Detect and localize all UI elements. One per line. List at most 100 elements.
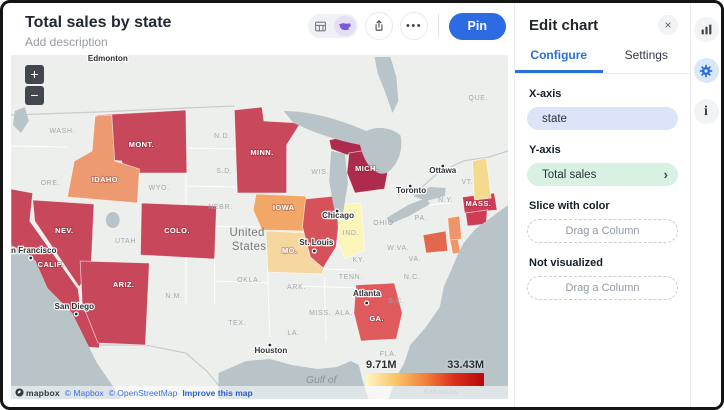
map-label: COLO.	[164, 226, 190, 235]
map-label: ALA.	[335, 310, 353, 317]
map-label: OHIO	[373, 220, 393, 227]
map-view-icon[interactable]	[334, 16, 356, 36]
not-visualized-label: Not visualized	[529, 257, 678, 269]
map-label: LA.	[287, 330, 299, 337]
y-axis-field[interactable]: Total sales ›	[527, 163, 678, 186]
close-icon[interactable]: ×	[658, 15, 678, 35]
map-label: N.Y.	[438, 197, 453, 204]
map-label: MICH.	[355, 164, 378, 173]
chevron-right-icon: ›	[664, 168, 668, 181]
add-description[interactable]: Add description	[25, 35, 171, 49]
osm-link[interactable]: © OpenStreetMap	[109, 388, 178, 398]
map-label: S.D.	[216, 168, 232, 175]
page-title: Total sales by state	[25, 13, 171, 32]
legend-gradient	[366, 373, 484, 386]
y-axis-label: Y-axis	[529, 144, 678, 156]
title-block: Total sales by state Add description	[25, 11, 171, 49]
header: Total sales by state Add description •••	[3, 3, 514, 55]
tab-configure[interactable]: Configure	[515, 41, 603, 73]
map-label: CALIF.	[38, 260, 64, 269]
map-label: WIS.	[311, 169, 329, 176]
app-window: Total sales by state Add description •••	[0, 0, 724, 410]
info-panel-button[interactable]: i	[694, 99, 719, 124]
city-label: Houston	[254, 346, 287, 355]
map-label: MINN.	[250, 148, 273, 157]
map-label: OKLA.	[237, 277, 261, 284]
y-axis-value: Total sales	[542, 169, 596, 181]
mapbox-logo-icon	[15, 388, 24, 397]
panel-tabs: Configure Settings	[515, 41, 690, 74]
map-label: TEX.	[228, 320, 246, 327]
main-area: Total sales by state Add description •••	[3, 3, 514, 407]
map-label: VT.	[461, 179, 473, 186]
map-attribution: mapbox © Mapbox © OpenStreetMap Improve …	[11, 386, 508, 399]
ellipsis-icon: •••	[405, 21, 422, 32]
legend-min: 9.71M	[366, 359, 397, 371]
map-label: MO.	[282, 246, 297, 255]
not-visualized-dropzone[interactable]: Drag a Column	[527, 276, 678, 300]
chart-panel-button[interactable]	[694, 17, 719, 42]
city-label: Chicago	[322, 211, 354, 220]
mapbox-logo[interactable]: mapbox	[15, 388, 60, 398]
x-axis-field[interactable]: state	[527, 107, 678, 130]
panel-title: Edit chart	[529, 17, 598, 34]
city-label: Edmonton	[88, 55, 128, 63]
map-label: NEV.	[55, 226, 73, 235]
map-label: MONT.	[129, 140, 154, 149]
improve-map-link[interactable]: Improve this map	[182, 388, 252, 398]
legend-max: 33.43M	[447, 359, 484, 371]
table-view-icon[interactable]	[310, 16, 332, 36]
share-icon	[372, 19, 386, 33]
map-label: IDAHO	[92, 175, 118, 184]
map-label: Gulf of	[306, 375, 338, 386]
gear-icon	[698, 63, 714, 79]
toolbar: ••• Pin	[308, 12, 506, 40]
great-salt-lake	[106, 212, 120, 228]
map-label: MISS.	[309, 310, 331, 317]
map-label: W.VA.	[387, 245, 409, 252]
map-label: WYO.	[149, 185, 170, 192]
city-dot	[29, 256, 33, 260]
city-dot	[365, 301, 369, 305]
map-label: GA.	[369, 314, 384, 323]
choropleth-map[interactable]: MONT. IDAHO NEV. CALIF. ARIZ. COLO. MINN. IOWA M…	[11, 55, 508, 399]
map-label: MASS.	[465, 199, 491, 208]
state-nj[interactable]	[448, 216, 462, 240]
map-zoom-controls: + −	[25, 65, 44, 105]
map-label: ARK.	[287, 284, 306, 291]
zoom-out-button[interactable]: −	[25, 86, 44, 105]
zoom-in-button[interactable]: +	[25, 65, 44, 84]
share-button[interactable]	[365, 12, 393, 40]
city-dot	[312, 249, 316, 253]
map-label: UTAH	[115, 238, 136, 245]
edit-chart-panel: Edit chart × Configure Settings X-axis s…	[514, 3, 690, 407]
settings-panel-button[interactable]	[694, 58, 719, 83]
map-label: ARIZ.	[113, 280, 135, 289]
slice-dropzone[interactable]: Drag a Column	[527, 219, 678, 243]
state-md[interactable]	[423, 231, 448, 253]
mapbox-link[interactable]: © Mapbox	[65, 388, 104, 398]
map-label: States	[232, 241, 267, 253]
x-axis-label: X-axis	[529, 88, 678, 100]
slice-with-color-label: Slice with color	[529, 200, 678, 212]
map-label: United	[230, 227, 265, 239]
map-label: ORE.	[41, 180, 61, 187]
map-label: TENN.	[339, 274, 363, 281]
map-label: KY.	[353, 257, 365, 264]
city-label: Atlanta	[353, 289, 381, 298]
city-dot	[74, 312, 78, 316]
map-label: NEBR.	[208, 204, 233, 211]
map-label: VA.	[409, 256, 422, 263]
map-label: N.D.	[214, 133, 231, 140]
color-legend: 9.71M 33.43M	[366, 359, 484, 386]
city-label: Ottawa	[429, 166, 456, 175]
more-options-button[interactable]: •••	[400, 12, 428, 40]
info-icon: i	[704, 105, 708, 119]
map-label: IOWA	[273, 203, 295, 212]
city-label: San Diego	[54, 302, 94, 311]
bar-chart-icon	[700, 23, 713, 36]
pin-button[interactable]: Pin	[449, 13, 506, 40]
tab-settings[interactable]: Settings	[603, 41, 691, 73]
map-label: N.M.	[165, 293, 182, 300]
map-label: WASH.	[49, 128, 75, 135]
